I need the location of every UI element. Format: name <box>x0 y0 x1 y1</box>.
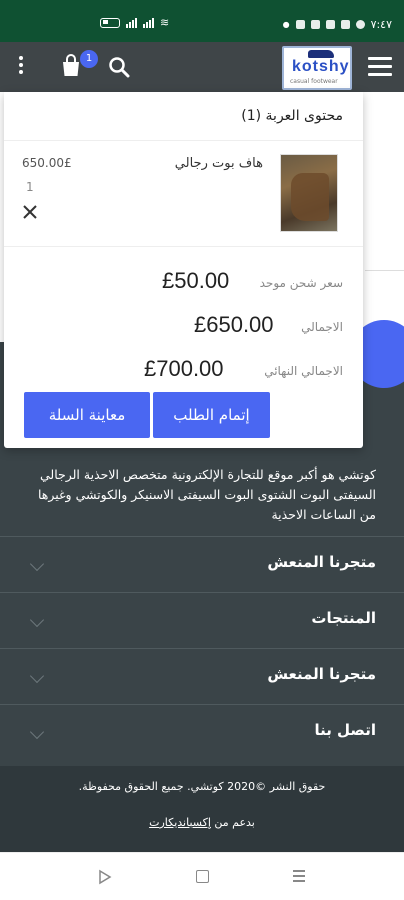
total-label: الاجمالي النهائي <box>264 364 343 378</box>
boot-image <box>291 173 329 221</box>
checkout-button[interactable]: إتمام الطلب <box>153 392 270 438</box>
shipping-label: سعر شحن موحد <box>259 276 343 290</box>
subtotal-row: الاجمالي £650.00 <box>4 312 363 342</box>
powered-by: بدعم من إكسبانديكارت <box>0 816 404 829</box>
system-nav-bar <box>0 852 404 900</box>
subtotal-label: الاجمالي <box>301 320 343 334</box>
footer-section-title: المنتجات <box>311 609 376 627</box>
view-cart-button[interactable]: معاينة السلة <box>24 392 150 438</box>
shipping-value: £50.00 <box>162 268 230 293</box>
footer-section-store-2[interactable]: متجرنا المنعش <box>0 648 404 704</box>
cart-item-price: 650.00£ <box>22 156 72 170</box>
cart-item-name[interactable]: هاف بوت رجالي <box>175 156 263 171</box>
notification-dot-icon: ● <box>282 20 290 29</box>
site-logo[interactable]: kotshy casual footwear <box>282 46 352 90</box>
logo-text: kotshy <box>292 58 350 75</box>
cart-dropdown: محتوى العربة (1) هاف بوت رجالي 650.00£ 1… <box>4 92 363 448</box>
powered-by-link[interactable]: إكسبانديكارت <box>149 816 211 829</box>
nav-back-icon[interactable] <box>98 869 112 889</box>
footer-section-products[interactable]: المنتجات <box>0 592 404 648</box>
divider <box>365 270 404 271</box>
cart-title: محتوى العربة (1) <box>241 108 343 124</box>
signal-icon-2 <box>143 17 154 28</box>
chevron-down-icon <box>29 668 45 684</box>
mail-icon <box>310 20 320 29</box>
telegram-icon <box>340 20 350 29</box>
messenger-icon <box>355 20 365 29</box>
site-header: 1 kotshy casual footwear <box>0 42 404 92</box>
cart-count-badge: 1 <box>80 50 98 68</box>
footer-section-title: متجرنا المنعش <box>267 665 376 683</box>
divider <box>4 140 363 141</box>
hamburger-menu-icon[interactable] <box>368 57 392 77</box>
powered-by-prefix: بدعم من <box>210 816 255 829</box>
battery-icon <box>100 17 120 28</box>
status-notifications: ● ٧:٤٧ <box>283 18 392 31</box>
chevron-down-icon <box>29 612 45 628</box>
product-thumbnail[interactable] <box>280 154 338 232</box>
logo-shoe-icon <box>308 50 334 58</box>
wifi-icon: ≋ <box>160 16 170 29</box>
instagram-icon <box>295 20 305 29</box>
search-icon[interactable] <box>108 56 130 78</box>
subtotal-value: £650.00 <box>194 312 274 337</box>
nav-recents-icon[interactable] <box>293 870 305 885</box>
divider <box>4 246 363 247</box>
cart-item-quantity: 1 <box>26 180 34 194</box>
chevron-down-icon <box>29 724 45 740</box>
cart-bag-icon[interactable] <box>60 54 82 78</box>
signal-icon <box>126 17 137 28</box>
footer-about-text: كوتشي هو أكبر موقع للتجارة الإلكترونية م… <box>37 467 376 522</box>
footer-section-store[interactable]: متجرنا المنعش <box>0 536 404 592</box>
status-bar: ≋ ● ٧:٤٧ <box>0 0 404 42</box>
more-options-icon[interactable] <box>16 56 26 78</box>
shipping-row: سعر شحن موحد £50.00 <box>4 268 363 298</box>
logo-tagline: casual footwear <box>290 78 338 85</box>
chevron-down-icon <box>29 556 45 572</box>
nav-home-icon[interactable] <box>196 870 209 883</box>
footer-section-title: اتصل بنا <box>314 721 376 739</box>
total-value: £700.00 <box>144 356 224 381</box>
footer-section-title: متجرنا المنعش <box>267 553 376 571</box>
copyright-text: حقوق النشر ©2020 كوتشي. جميع الحقوق محفو… <box>78 780 326 793</box>
footer-section-contact[interactable]: اتصل بنا <box>0 704 404 760</box>
copyright-bar: حقوق النشر ©2020 كوتشي. جميع الحقوق محفو… <box>0 766 404 852</box>
status-signal-group: ≋ <box>100 16 169 29</box>
remove-item-icon[interactable] <box>22 204 38 220</box>
total-row: الاجمالي النهائي £700.00 <box>4 356 363 386</box>
app-icon <box>325 20 335 29</box>
status-time: ٧:٤٧ <box>370 18 392 31</box>
